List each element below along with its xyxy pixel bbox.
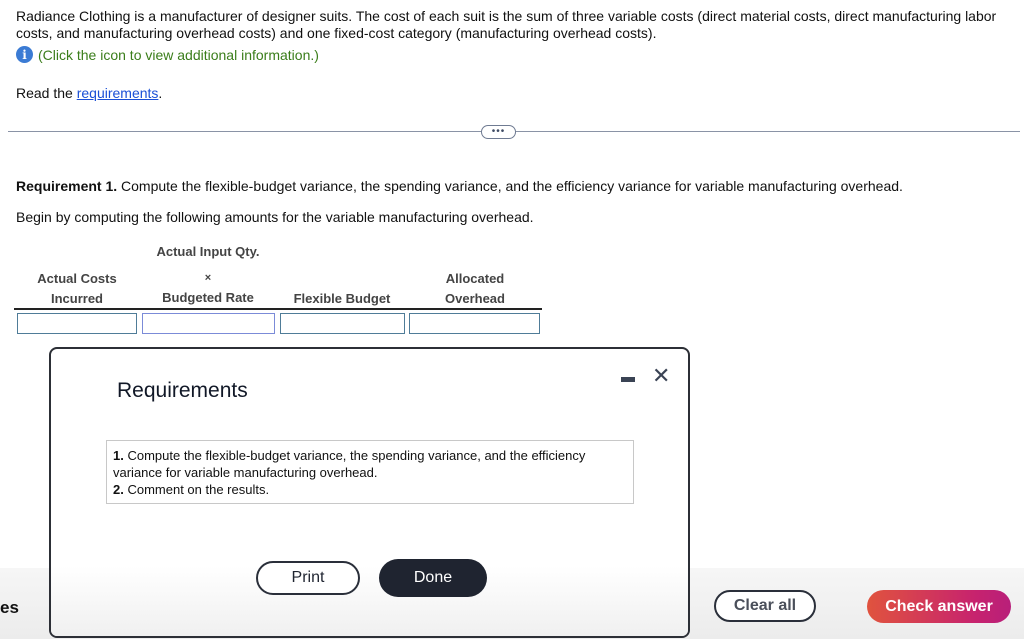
- header-line: Flexible Budget: [293, 291, 391, 306]
- info-text: (Click the icon to view additional infor…: [38, 46, 319, 63]
- header-line: Actual Input Qty.: [156, 244, 260, 259]
- header-line: Overhead: [445, 291, 505, 306]
- dialog-footer: [51, 566, 688, 636]
- allocated-overhead-input[interactable]: [409, 313, 540, 334]
- item-number: 1.: [113, 448, 124, 463]
- read-requirements-line: Read the requirements.: [16, 85, 162, 101]
- begin-instructions: Begin by computing the following amounts…: [16, 209, 534, 225]
- requirements-dialog: Requirements ✕ 1. Compute the flexible-b…: [49, 347, 690, 638]
- additional-info-line: i (Click the icon to view additional inf…: [16, 46, 319, 63]
- problem-intro: Radiance Clothing is a manufacturer of d…: [16, 8, 997, 41]
- item-number: 2.: [113, 482, 124, 497]
- requirement-1-label: Requirement 1.: [16, 178, 118, 194]
- requirement-1-body: Compute the flexible-budget variance, th…: [117, 178, 903, 194]
- read-suffix: .: [158, 85, 163, 101]
- header-budgeted-rate: Actual Input Qty. × Budgeted Rate: [140, 242, 276, 308]
- header-line: Budgeted Rate: [162, 290, 254, 305]
- expand-button[interactable]: •••: [481, 125, 516, 139]
- minimize-icon[interactable]: [621, 377, 635, 382]
- check-answer-button[interactable]: Check answer: [867, 590, 1011, 623]
- header-flexible-budget: Flexible Budget: [279, 269, 405, 309]
- requirement-item: 2. Comment on the results.: [113, 481, 627, 498]
- header-line: Allocated: [445, 271, 505, 286]
- info-icon[interactable]: i: [16, 46, 33, 63]
- print-button[interactable]: Print: [256, 561, 360, 595]
- clear-all-button[interactable]: Clear all: [714, 590, 816, 622]
- header-line: Actual Costs: [37, 271, 117, 286]
- budgeted-rate-input[interactable]: [142, 313, 275, 334]
- header-line: [279, 269, 405, 289]
- item-text: Compute the flexible-budget variance, th…: [113, 448, 586, 480]
- requirements-link[interactable]: requirements: [77, 85, 159, 101]
- close-icon[interactable]: ✕: [652, 366, 670, 388]
- requirement-item: 1. Compute the flexible-budget variance,…: [113, 447, 627, 481]
- read-prefix: Read the: [16, 85, 77, 101]
- requirements-list: 1. Compute the flexible-budget variance,…: [106, 440, 634, 504]
- actual-costs-input[interactable]: [17, 313, 137, 334]
- multiply-sign: ×: [204, 272, 212, 284]
- done-button[interactable]: Done: [379, 559, 487, 597]
- table-header-rule: [14, 308, 542, 310]
- dialog-title: Requirements: [117, 379, 248, 402]
- header-line: Incurred: [50, 291, 103, 306]
- header-allocated-overhead: Allocated Overhead: [409, 269, 541, 309]
- item-text: Comment on the results.: [123, 482, 270, 497]
- truncated-side-label: es: [0, 598, 19, 617]
- flexible-budget-input[interactable]: [280, 313, 405, 334]
- requirement-1-text: Requirement 1. Compute the flexible-budg…: [16, 178, 903, 194]
- header-actual-costs: Actual Costs Incurred: [16, 269, 138, 309]
